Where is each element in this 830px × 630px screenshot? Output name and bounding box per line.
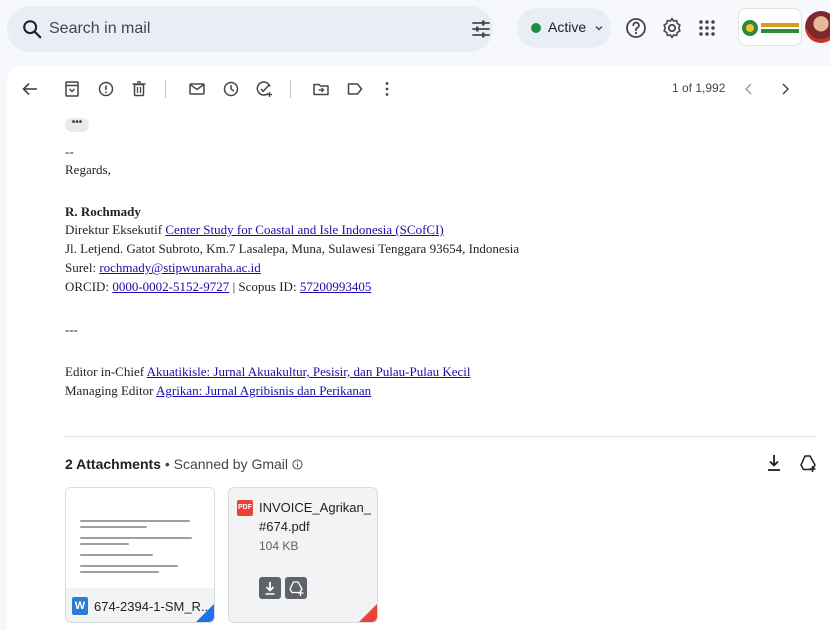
email-line: Surel: rochmady@stipwunaraha.ac.id [65,260,261,276]
download-attachment-button[interactable] [259,577,281,599]
organization-logo[interactable] [738,8,802,46]
orcid-line: ORCID: 0000-0002-5152-9727 | Scopus ID: … [65,279,371,295]
info-icon[interactable] [292,459,303,470]
orcid-link[interactable]: 0000-0002-5152-9727 [112,279,229,294]
address-line: Jl. Letjend. Gatot Subroto, Km.7 Lasalep… [65,241,520,256]
attachment-footer: W 674-2394-1-SM_R... [66,588,214,622]
email-address-link[interactable]: rochmady@stipwunaraha.ac.id [99,260,260,275]
chevron-left-icon[interactable] [742,81,756,97]
university-logo-icon [742,20,799,36]
scopus-link[interactable]: 57200993405 [300,279,372,294]
triple-dash: --- [65,322,78,337]
agrikan-link[interactable]: Agrikan: Jurnal Agribisnis dan Perikanan [156,383,371,398]
managing-prefix: Managing Editor [65,383,156,398]
mark-unread-icon[interactable] [187,79,207,99]
attachment-word-card[interactable]: W 674-2394-1-SM_R... [65,487,215,623]
search-bar[interactable] [7,6,493,52]
document-preview [66,488,214,588]
archive-icon[interactable] [62,79,82,99]
attachment-filename: INVOICE_Agrikan_#674.pdf [259,500,371,534]
pdf-file-icon: PDF [237,500,253,516]
director-line: Direktur Eksekutif Center Study for Coas… [65,222,444,238]
attachment-filename: 674-2394-1-SM_R... [94,599,212,614]
word-file-icon: W [72,597,88,615]
toolbar-separator [165,80,166,98]
editor-line: Editor in-Chief Akuatikisle: Jurnal Akua… [65,364,471,380]
download-icon [265,582,275,595]
managing-editor-line: Managing Editor Agrikan: Jurnal Agribisn… [65,383,371,399]
top-bar: Active [0,0,830,62]
add-to-tasks-icon[interactable] [254,79,274,99]
add-to-drive-icon[interactable] [798,453,818,473]
show-trimmed-content-button[interactable]: ••• [65,118,89,132]
attachment-pdf-card[interactable]: PDF INVOICE_Agrikan_#674.pdf 104 KB [228,487,378,623]
status-label: Active [548,19,587,35]
report-spam-icon[interactable] [96,79,116,99]
snooze-icon[interactable] [221,79,241,99]
save-to-drive-button[interactable] [285,577,307,599]
sender-name: R. Rochmady [65,204,141,219]
pagination-count: 1 of 1,992 [672,81,726,95]
move-to-icon[interactable] [311,79,331,99]
scofci-link[interactable]: Center Study for Coastal and Isle Indone… [165,222,443,237]
more-options-icon[interactable] [377,79,397,99]
apps-icon[interactable] [695,16,719,40]
label-icon[interactable] [345,79,365,99]
director-prefix: Direktur Eksekutif [65,222,166,237]
search-options-icon[interactable] [471,20,491,38]
email-view: 1 of 1,992 ••• -- Regards, R. Rochmady D… [7,66,830,630]
surel-prefix: Surel: [65,260,100,275]
signature-dash: -- [65,144,74,159]
file-corner-fold [196,604,214,622]
avatar[interactable] [805,11,830,43]
chevron-right-icon[interactable] [778,81,792,97]
orcid-prefix: ORCID: [65,279,113,294]
email-toolbar: 1 of 1,992 [7,66,830,112]
attachments-count: 2 Attachments [65,456,161,472]
attachment-size: 104 KB [259,539,299,553]
search-icon[interactable] [21,18,43,40]
scanned-by-gmail: • Scanned by Gmail [160,456,289,472]
status-selector[interactable]: Active [517,8,611,48]
download-all-icon[interactable] [765,453,783,473]
settings-icon[interactable] [660,16,684,40]
toolbar-separator [290,80,291,98]
file-corner-fold [359,604,377,622]
search-input[interactable] [49,6,429,52]
help-icon[interactable] [624,16,648,40]
regards-text: Regards, [65,162,111,177]
back-arrow-icon[interactable] [20,79,40,99]
chevron-down-icon [595,26,603,31]
attachments-header: 2 Attachments • Scanned by Gmail [65,456,303,472]
attachments-divider [65,436,817,437]
akuatikisle-link[interactable]: Akuatikisle: Jurnal Akuakultur, Pesisir,… [147,364,471,379]
delete-icon[interactable] [129,79,149,99]
add-to-drive-icon [289,581,304,596]
scopus-prefix: | Scopus ID: [229,279,300,294]
active-status-dot [531,23,541,33]
editor-prefix: Editor in-Chief [65,364,147,379]
